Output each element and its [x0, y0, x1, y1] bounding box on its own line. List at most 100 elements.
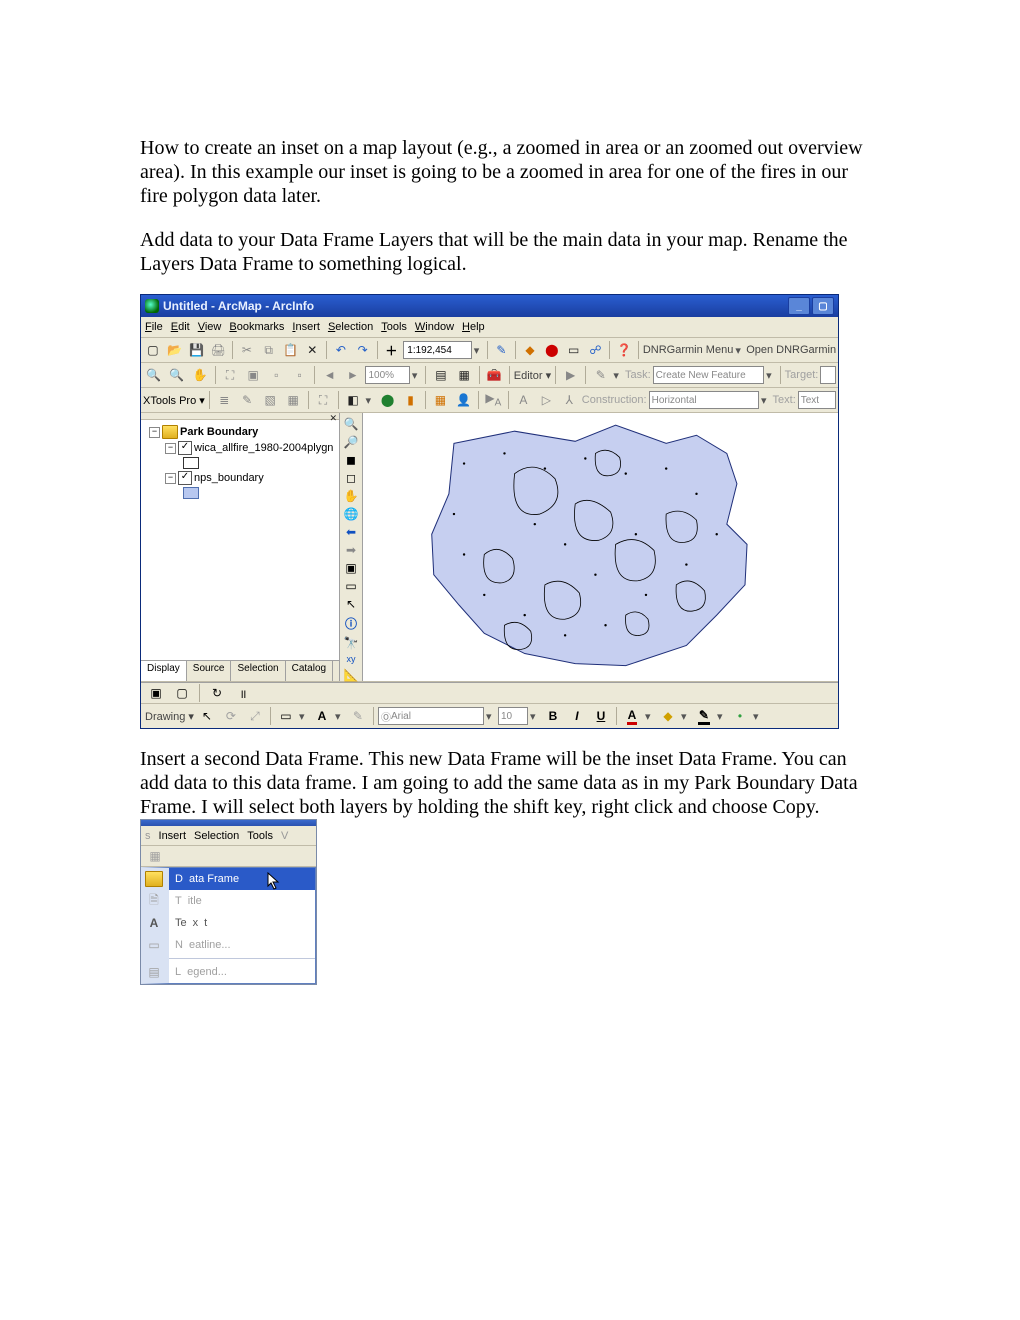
open-icon[interactable]: 📂: [165, 339, 185, 361]
anno-icon-3[interactable]: ▷: [536, 389, 557, 411]
xt-icon-9[interactable]: ▦: [430, 389, 451, 411]
toc-dataframe-row[interactable]: − Park Boundary: [143, 424, 337, 440]
task-select[interactable]: Create New Feature: [653, 366, 764, 384]
pointer-icon[interactable]: ↖: [341, 596, 361, 612]
construction-dropdown-icon[interactable]: ▾: [761, 394, 771, 407]
select-features-icon[interactable]: ▣: [341, 560, 361, 576]
text-value-select[interactable]: Text: [798, 391, 836, 409]
xt-icon-2[interactable]: ✎: [237, 389, 258, 411]
zoom-percent-dropdown-icon[interactable]: ▾: [412, 369, 422, 382]
select-elements-icon[interactable]: ▭: [341, 578, 361, 594]
toc-close-icon[interactable]: ✕: [329, 413, 337, 419]
goto-xy-icon[interactable]: xy: [341, 653, 361, 665]
identify-icon[interactable]: ⓘ: [341, 614, 361, 633]
paste-icon[interactable]: 📋: [281, 339, 301, 361]
menu-insert[interactable]: Insert: [292, 321, 320, 333]
rectangle-icon[interactable]: ▭: [275, 705, 297, 727]
rotate-icon[interactable]: ⟳: [220, 705, 242, 727]
fixed-zoom-in-icon[interactable]: ◼: [341, 452, 361, 468]
toc-layer-row[interactable]: − ✓ nps_boundary: [143, 470, 337, 486]
snip-menu-selection[interactable]: Selection: [194, 830, 239, 842]
font-size-select[interactable]: 10: [498, 707, 528, 725]
underline-icon[interactable]: U: [590, 705, 612, 727]
xtools-label[interactable]: XTools Pro ▾: [143, 394, 205, 407]
task-dropdown-icon[interactable]: ▾: [766, 369, 776, 382]
italic-icon[interactable]: I: [566, 705, 588, 727]
anno-icon-1[interactable]: ▶A: [483, 389, 504, 411]
fixed-zoom-out-icon[interactable]: ▫: [289, 364, 310, 386]
layer-symbol-icon[interactable]: [183, 457, 199, 469]
arc-catalog-icon[interactable]: ◆: [520, 339, 540, 361]
menu-item-text[interactable]: A Text: [169, 912, 315, 934]
menu-item-neatline[interactable]: ▭ Neatline...: [169, 934, 315, 956]
menu-selection[interactable]: Selection: [328, 321, 373, 333]
map-view[interactable]: [363, 413, 838, 681]
menu-tools[interactable]: Tools: [381, 321, 407, 333]
anno-icon-4[interactable]: ⅄: [559, 389, 580, 411]
anno-icon-2[interactable]: A: [513, 389, 534, 411]
zoom-in-layout-icon[interactable]: 🔍: [143, 364, 164, 386]
fixed-zoom-out-icon[interactable]: ◻: [341, 470, 361, 486]
snip-menu-tools[interactable]: Tools: [247, 830, 273, 842]
editor-toolbar-icon[interactable]: ✎: [491, 339, 511, 361]
layer-checkbox[interactable]: ✓: [178, 441, 192, 455]
select-element-icon[interactable]: ↖: [196, 705, 218, 727]
line-color-icon[interactable]: ✎: [693, 705, 715, 727]
sketch-tool-icon[interactable]: ✎: [590, 364, 611, 386]
font-color-icon[interactable]: A: [621, 705, 643, 727]
copy-icon[interactable]: ⧉: [259, 339, 279, 361]
editor-label[interactable]: Editor ▾: [514, 369, 551, 382]
menu-window[interactable]: Window: [415, 321, 454, 333]
layout-view-button[interactable]: ▢: [171, 682, 193, 704]
menu-item-data-frame[interactable]: Data Frame: [169, 868, 315, 890]
dnr-menu-dropdown-icon[interactable]: ▾: [735, 344, 744, 357]
data-view-icon[interactable]: ▤: [430, 364, 451, 386]
construction-select[interactable]: Horizontal: [649, 391, 759, 409]
scale-input[interactable]: 1:192,454: [403, 341, 471, 359]
fixed-zoom-in-icon[interactable]: ▫: [266, 364, 287, 386]
menu-view[interactable]: View: [198, 321, 222, 333]
target-select[interactable]: [820, 366, 836, 384]
dnr-menu-label[interactable]: DNRGarmin Menu: [643, 344, 733, 356]
fill-color-icon[interactable]: ◆: [657, 705, 679, 727]
toc-tab-display[interactable]: Display: [141, 661, 187, 681]
sketch-dropdown-icon[interactable]: ▾: [613, 369, 623, 382]
scale-dropdown-icon[interactable]: ▾: [474, 344, 483, 357]
print-icon[interactable]: 🖨: [208, 339, 228, 361]
menu-file[interactable]: File: [145, 321, 163, 333]
xt-icon-7[interactable]: ⬤: [377, 389, 398, 411]
layout-view-icon[interactable]: ▦: [454, 364, 475, 386]
toc-tab-catalog[interactable]: Catalog: [286, 661, 333, 681]
xt-icon-10[interactable]: 👤: [453, 389, 474, 411]
zoom-100-icon[interactable]: ▣: [243, 364, 264, 386]
minimize-button[interactable]: _: [788, 297, 810, 315]
menu-item-title[interactable]: 🗎 Title: [169, 890, 315, 912]
xt-icon-5[interactable]: ⛶: [313, 389, 334, 411]
zoom-out-layout-icon[interactable]: 🔍: [166, 364, 187, 386]
new-icon[interactable]: ▢: [143, 339, 163, 361]
toc-tab-source[interactable]: Source: [187, 661, 232, 681]
zoom-out-icon[interactable]: 🔎: [341, 434, 361, 450]
layer-symbol-icon[interactable]: [183, 487, 199, 499]
xt-icon-1[interactable]: ≣: [214, 389, 235, 411]
xt-icon-6[interactable]: ◧: [343, 389, 364, 411]
refresh-icon[interactable]: ↻: [206, 682, 228, 704]
zoom-whole-icon[interactable]: ⛶: [219, 364, 240, 386]
pause-draw-icon[interactable]: ॥: [232, 682, 254, 704]
arc-toolbox-icon[interactable]: ⬤: [542, 339, 562, 361]
data-view-button[interactable]: ▣: [145, 682, 167, 704]
collapse-icon[interactable]: −: [165, 473, 176, 484]
redo-icon[interactable]: ↷: [353, 339, 373, 361]
pan-layout-icon[interactable]: ✋: [189, 364, 210, 386]
toolbox-icon[interactable]: 🧰: [484, 364, 505, 386]
menu-bookmarks[interactable]: Bookmarks: [229, 321, 284, 333]
toc-layer-row[interactable]: − ✓ wica_allfire_1980-2004plygn: [143, 440, 337, 456]
xt-icon-8[interactable]: ▮: [400, 389, 421, 411]
delete-icon[interactable]: ✕: [302, 339, 322, 361]
collapse-icon[interactable]: −: [149, 427, 160, 438]
cut-icon[interactable]: ✂: [237, 339, 257, 361]
font-select[interactable]: Ⓞ Arial: [378, 707, 484, 725]
back-extent-icon[interactable]: ⬅: [341, 524, 361, 540]
menu-item-legend[interactable]: ▤ Legend...: [169, 961, 315, 983]
marker-color-icon[interactable]: •: [729, 705, 751, 727]
